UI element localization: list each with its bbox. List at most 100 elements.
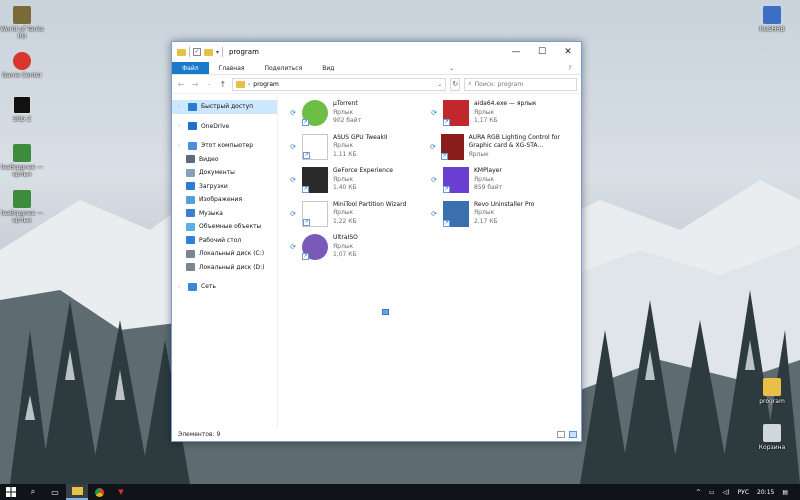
file-item[interactable]: ⟳ ↗ µTorrent Ярлык 902 байт xyxy=(284,100,424,133)
expand-chevron-icon[interactable]: › xyxy=(178,143,184,149)
desktop-icon-left-1[interactable]: Game Center xyxy=(0,52,44,79)
tab-share[interactable]: Поделиться xyxy=(255,62,313,74)
task-view-icon[interactable]: ▭ xyxy=(44,484,66,500)
minimize-button[interactable]: — xyxy=(503,42,529,62)
drive-icon xyxy=(186,263,195,272)
language-indicator[interactable]: РУС xyxy=(738,489,749,496)
desktop-icon-left-0[interactable]: World of Tanks RU xyxy=(0,6,44,40)
file-type: Ярлык xyxy=(333,108,354,116)
title-bar[interactable]: ✓ ▾ program — ☐ ✕ xyxy=(172,42,581,62)
search-icon[interactable]: ⌕ xyxy=(22,484,44,500)
nav-item[interactable]: Локальный диск (D:) xyxy=(172,261,277,275)
file-item[interactable]: ⟳ ↗ Revo Uninstaller Pro Ярлык 2,17 КБ xyxy=(425,200,565,234)
search-input[interactable]: ⌕ Поиск: program xyxy=(464,77,577,91)
file-name: AURA RGB Lighting Control for Graphic ca… xyxy=(468,133,560,150)
file-item[interactable]: ⟳ ↗ KMPlayer Ярлык 859 байт xyxy=(425,167,565,200)
file-list: ⟳ ↗ µTorrent Ярлык 902 байт ⟳ ↗ aida64.exe — яр… xyxy=(278,95,581,428)
nav-item[interactable]: › Этот компьютер xyxy=(172,139,277,153)
customize-toolbar-icon[interactable]: ▾ xyxy=(216,49,219,56)
file-explorer-taskbar-icon[interactable] xyxy=(66,484,88,500)
nav-item[interactable]: Локальный диск (C:) xyxy=(172,247,277,261)
file-meta: µTorrent Ярлык 902 байт xyxy=(333,100,361,133)
expand-chevron-icon[interactable]: › xyxy=(178,104,184,110)
window-body: › Быстрый доступ › OneDrive › Этот компьютер В… xyxy=(172,95,581,428)
network-icon[interactable]: ▭ xyxy=(709,489,715,496)
nav-item[interactable]: Загрузки xyxy=(172,180,277,194)
nav-item[interactable]: › Быстрый доступ xyxy=(172,100,277,114)
chrome-taskbar-icon[interactable] xyxy=(88,484,110,500)
tab-view[interactable]: Вид xyxy=(312,62,344,74)
app-shortcut-icon xyxy=(13,190,31,208)
details-view-button[interactable] xyxy=(557,430,565,438)
address-row: ← → ⌄ ↑ › program ⌄ ↻ ⌕ Поиск: program xyxy=(172,75,581,94)
address-bar[interactable]: › program ⌄ xyxy=(231,77,447,91)
desktop-icon-label: Game Center xyxy=(2,72,42,79)
tab-file[interactable]: Файл xyxy=(172,62,209,74)
nav-item[interactable]: Видео xyxy=(172,153,277,167)
shortcut-arrow-icon: ↗ xyxy=(443,186,450,193)
nav-item[interactable]: Объемные объекты xyxy=(172,220,277,234)
chevron-down-icon[interactable]: ⌄ xyxy=(437,81,442,88)
new-folder-icon[interactable] xyxy=(204,48,213,56)
desktop-icon-right-0[interactable]: RUSHRB xyxy=(750,6,794,33)
file-item[interactable]: ⟳ ↗ ASUS GPU TweakII Ярлык 1,11 КБ xyxy=(284,133,424,167)
tiles-view-button[interactable] xyxy=(569,430,577,438)
file-item[interactable]: ⟳ ↗ MiniTool Partition Wizard Ярлык 1,22 КБ xyxy=(284,200,424,234)
desktop-icon-right-1[interactable]: program xyxy=(750,378,794,405)
nav-item[interactable]: Рабочий стол xyxy=(172,234,277,248)
nav-item[interactable]: › Сеть xyxy=(172,280,277,294)
sync-status-icon: ⟳ xyxy=(290,176,296,184)
cloud-icon xyxy=(188,122,197,131)
help-icon[interactable]: ? xyxy=(559,62,581,74)
properties-icon[interactable]: ✓ xyxy=(193,48,201,56)
nav-item[interactable]: › OneDrive xyxy=(172,120,277,134)
computer-icon xyxy=(188,141,197,150)
desktop-icon-label: leaBrpgnee — ярлык xyxy=(0,210,44,224)
nav-item[interactable]: Музыка xyxy=(172,207,277,221)
app-icon: ▼ xyxy=(118,488,124,496)
notifications-icon[interactable]: ▤ xyxy=(782,489,788,496)
file-type: Ярлык xyxy=(333,142,354,149)
file-size: 1,17 КБ xyxy=(474,117,498,124)
file-item[interactable]: ⟳ ↗ aida64.exe — ярлык Ярлык 1,17 КБ xyxy=(425,100,565,133)
file-item[interactable]: ⟳ ↗ UltraISO Ярлык 1,07 КБ xyxy=(284,234,424,267)
desktop-icon-right-2[interactable]: Корзина xyxy=(750,424,794,451)
show-hidden-icons[interactable]: ^ xyxy=(696,489,701,496)
downloads-icon xyxy=(186,182,195,191)
explorer-window: ✓ ▾ program — ☐ ✕ Файл Главная Поделитьс… xyxy=(171,41,582,442)
desktop-icon-left-3[interactable]: leaBrpgnee — ярлык xyxy=(0,144,44,178)
volume-icon[interactable]: ◁) xyxy=(723,489,730,496)
file-meta: aida64.exe — ярлык Ярлык 1,17 КБ xyxy=(474,100,536,133)
expand-chevron-icon[interactable]: › xyxy=(178,123,184,129)
desktop-icon-label: program xyxy=(759,398,785,405)
back-button[interactable]: ← xyxy=(176,80,186,89)
windows-logo-icon xyxy=(6,487,16,497)
status-bar: Элементов: 9 xyxy=(172,427,581,441)
revo-icon: ↗ xyxy=(443,200,469,227)
chevron-right-icon[interactable]: › xyxy=(248,81,250,88)
recycle-bin-icon xyxy=(763,424,781,442)
desktop-icon-left-4[interactable]: leaBrpgnee — ярлык xyxy=(0,190,44,224)
file-item[interactable]: ⟳ ↗ GeForce Experience Ярлык 1,40 КБ xyxy=(284,167,424,200)
tab-home[interactable]: Главная xyxy=(209,62,255,74)
nav-item[interactable]: Документы xyxy=(172,166,277,180)
close-button[interactable]: ✕ xyxy=(555,42,581,62)
file-size: 2,17 КБ xyxy=(474,217,498,225)
up-button[interactable]: ↑ xyxy=(218,80,228,89)
nav-item[interactable]: Изображения xyxy=(172,193,277,207)
desktop-icon-left-2[interactable]: SSD Z xyxy=(0,96,44,123)
breadcrumb[interactable]: program xyxy=(253,81,279,88)
app-taskbar-icon[interactable]: ▼ xyxy=(110,484,132,500)
game-center-icon xyxy=(13,52,31,70)
file-meta: KMPlayer Ярлык 859 байт xyxy=(474,167,502,200)
file-item[interactable]: ⟳ ↗ AURA RGB Lighting Control for Graphic … xyxy=(425,133,565,167)
maximize-button[interactable]: ☐ xyxy=(529,42,555,62)
file-type: Ярлык xyxy=(333,209,354,216)
expand-chevron-icon[interactable]: › xyxy=(178,284,184,290)
expand-ribbon-icon[interactable]: ⌄ xyxy=(441,62,463,74)
recent-locations-button[interactable]: ⌄ xyxy=(204,81,214,87)
refresh-button[interactable]: ↻ xyxy=(450,77,461,91)
clock[interactable]: 20:15 xyxy=(757,489,774,496)
start-button[interactable] xyxy=(0,484,22,500)
forward-button[interactable]: → xyxy=(190,80,200,89)
